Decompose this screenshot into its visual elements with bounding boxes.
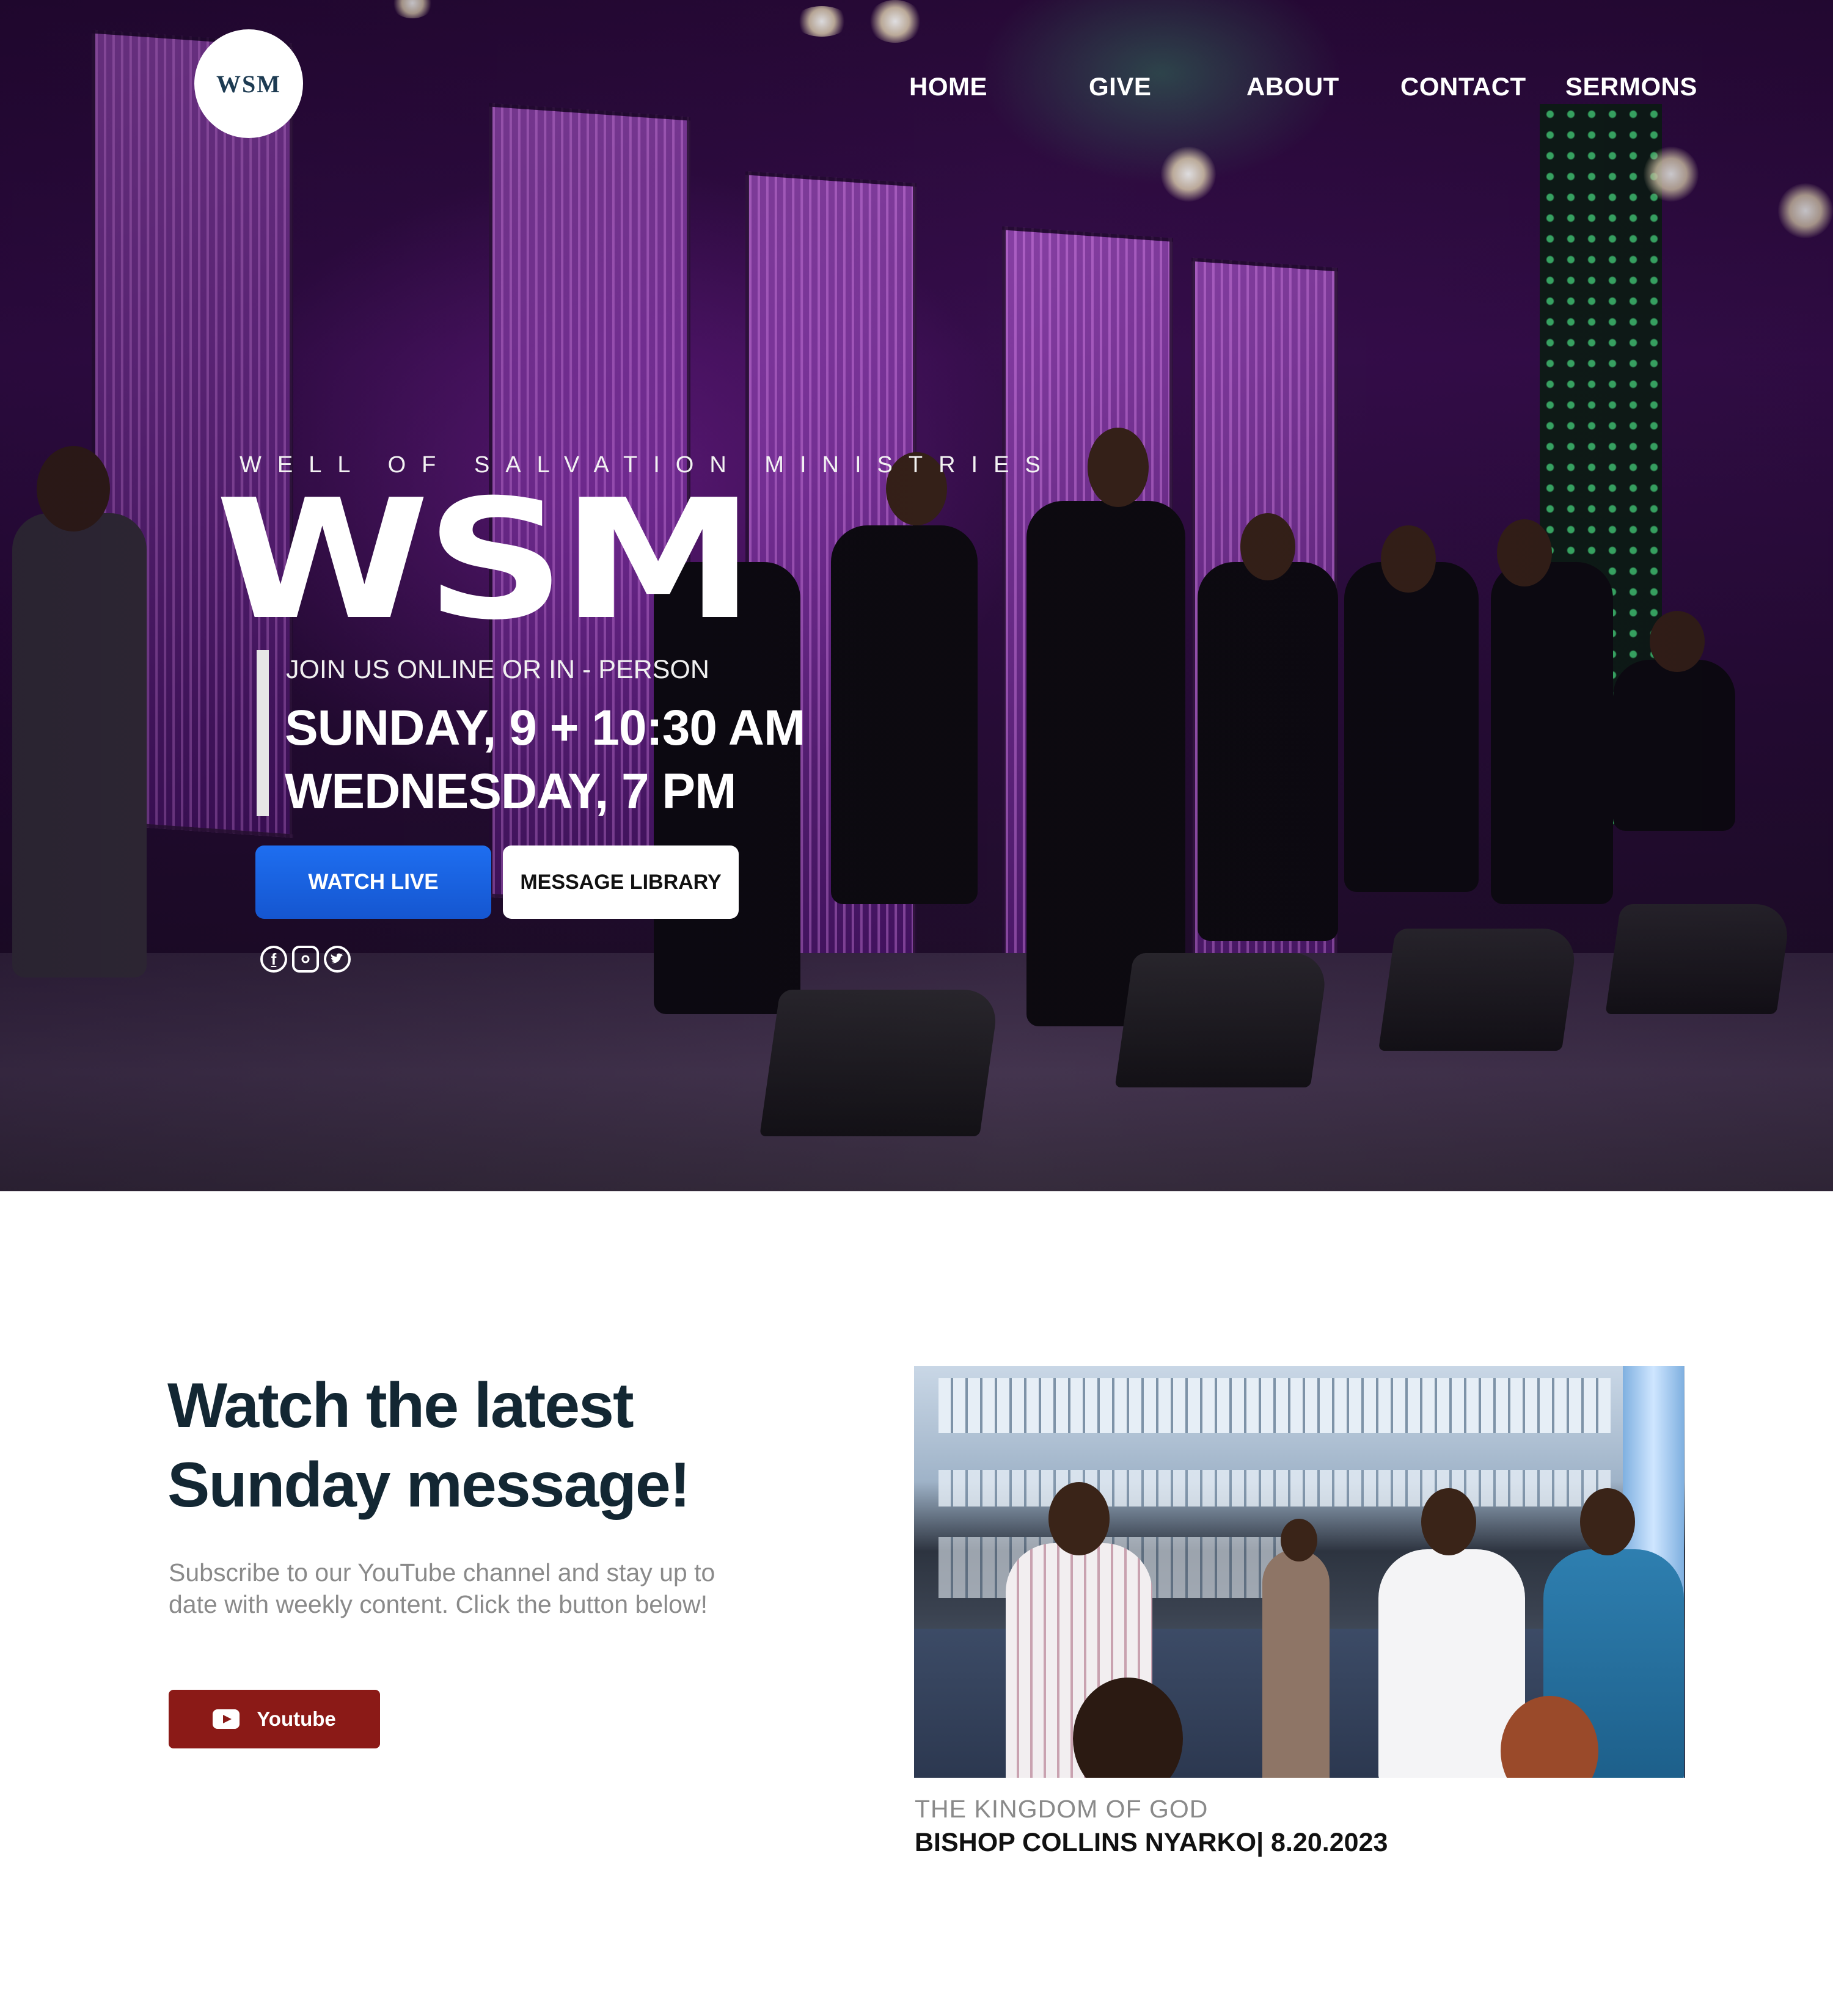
congregant-head [1580, 1488, 1635, 1555]
youtube-icon [213, 1709, 240, 1729]
join-text: JOIN US ONLINE OR IN - PERSON [286, 655, 709, 684]
brand-wordmark: WSM [215, 464, 755, 656]
congregant-head [1048, 1482, 1110, 1555]
youtube-button[interactable]: Youtube [169, 1690, 380, 1748]
facebook-icon[interactable]: f [260, 946, 287, 973]
youtube-button-label: Youtube [257, 1707, 336, 1730]
nav-give[interactable]: GIVE [1089, 72, 1151, 101]
service-time-sunday: SUNDAY, 9 + 10:30 AM [285, 700, 805, 756]
preacher-figure [1262, 1549, 1330, 1778]
instagram-icon[interactable] [292, 946, 319, 973]
hall-windows [938, 1470, 1611, 1507]
message-library-button[interactable]: MESSAGE LIBRARY [503, 845, 739, 919]
sermon-video-thumbnail[interactable] [914, 1366, 1685, 1778]
service-times: SUNDAY, 9 + 10:30 AM WEDNESDAY, 7 PM [285, 696, 805, 824]
nav-contact[interactable]: CONTACT [1400, 72, 1526, 101]
sermon-meta: BISHOP COLLINS NYARKO| 8.20.2023 [915, 1828, 1388, 1857]
nav-home[interactable]: HOME [909, 72, 987, 101]
preacher-head [1281, 1519, 1317, 1561]
nav-about[interactable]: ABOUT [1246, 72, 1339, 101]
latest-message-description: Subscribe to our YouTube channel and sta… [169, 1558, 715, 1618]
main-nav: HOME GIVE ABOUT CONTACT SERMONS [0, 72, 1833, 109]
congregant-head [1421, 1488, 1476, 1555]
service-time-wednesday: WEDNESDAY, 7 PM [285, 764, 736, 819]
watch-live-button[interactable]: WATCH LIVE [255, 845, 491, 919]
latest-message-heading: Watch the latest Sunday message! [167, 1370, 690, 1521]
nav-sermons[interactable]: SERMONS [1565, 72, 1697, 101]
sermon-title: THE KINGDOM OF GOD [915, 1795, 1209, 1823]
hall-windows [938, 1378, 1611, 1433]
twitter-icon[interactable] [324, 946, 351, 973]
accent-bar [257, 650, 269, 816]
